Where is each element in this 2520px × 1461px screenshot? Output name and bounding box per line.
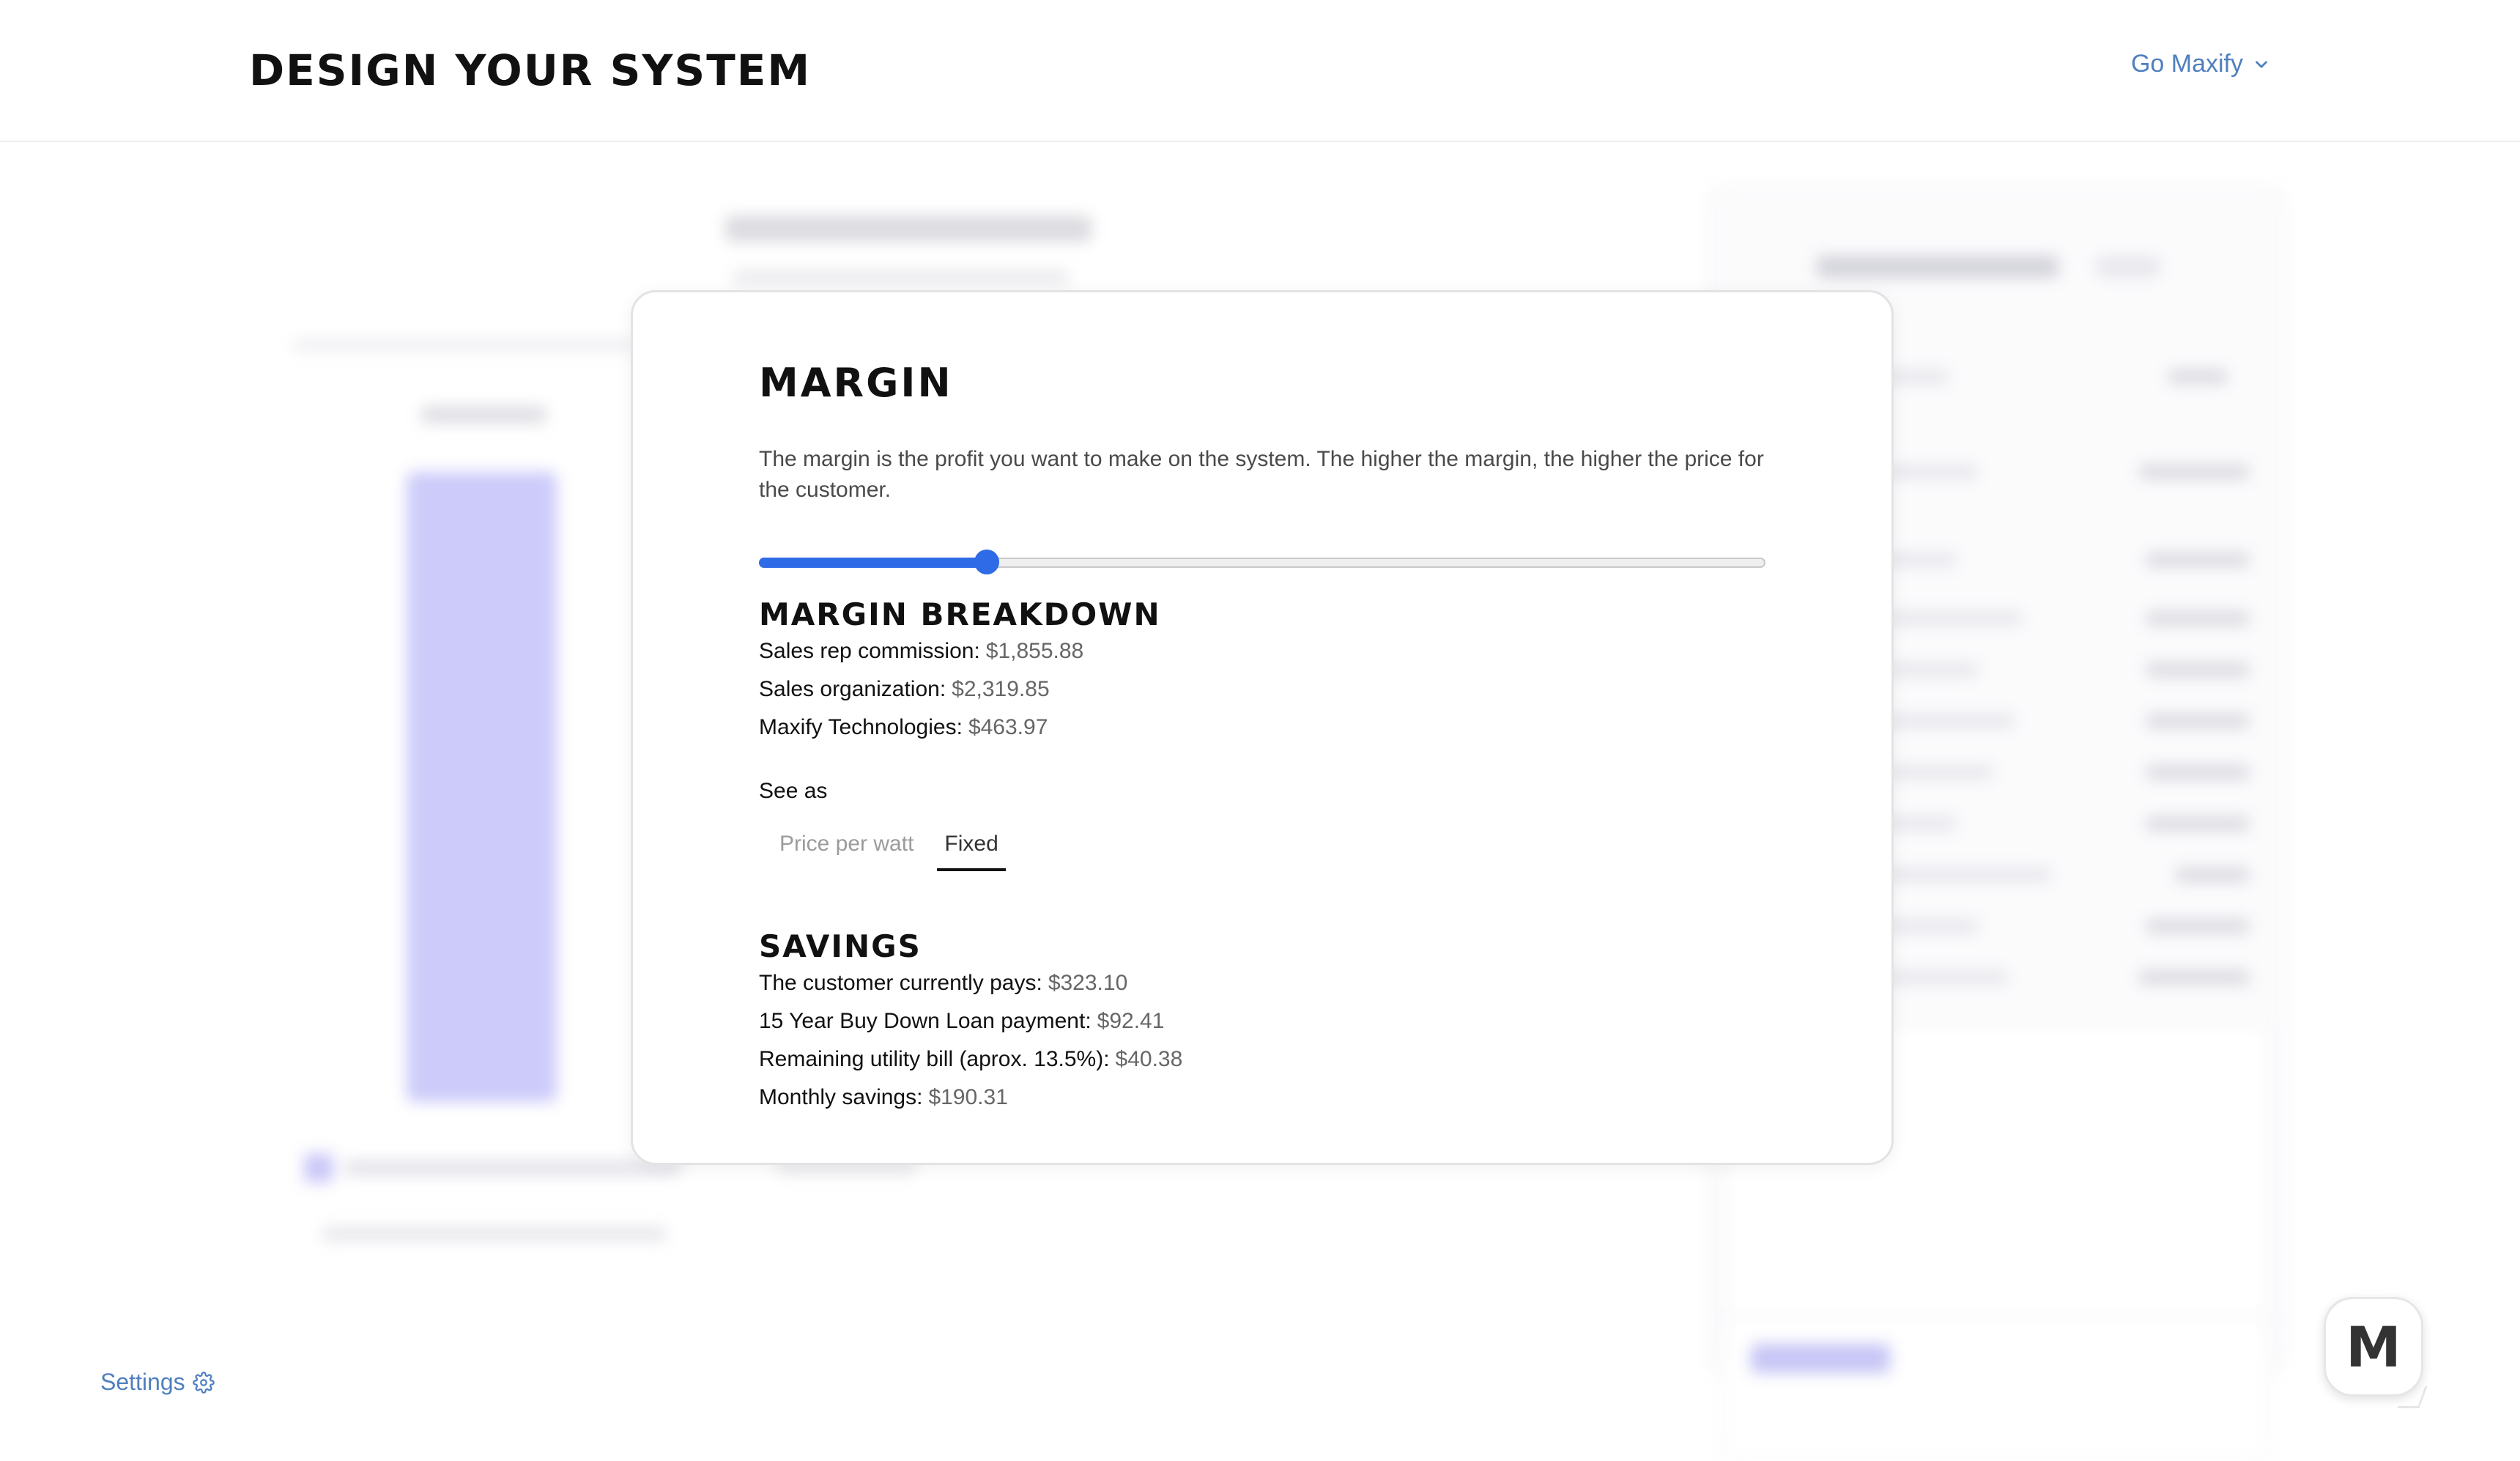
margin-modal-content: MARGIN The margin is the profit you want… [759, 360, 1770, 1117]
bg-row-value-placeholder [2146, 816, 2249, 831]
breakdown-value: $463.97 [968, 715, 1048, 739]
breakdown-title: MARGIN BREAKDOWN [759, 596, 1161, 632]
bg-note-placeholder [344, 1161, 681, 1175]
header: DESIGN YOUR SYSTEM Go Maxify [0, 0, 2520, 142]
breakdown-value: $2,319.85 [952, 677, 1050, 701]
bg-subheading-placeholder [733, 270, 1070, 285]
breakdown-row: Sales rep commission: $1,855.88 [759, 632, 1770, 670]
savings-value: $40.38 [1115, 1047, 1183, 1071]
settings-label: Settings [100, 1369, 185, 1395]
savings-label: Remaining utility bill (aprox. 13.5%): [759, 1047, 1110, 1071]
see-as-label: See as [759, 779, 828, 803]
bg-row-value-placeholder [2139, 970, 2249, 985]
chat-logo: M [2346, 1314, 2401, 1380]
bg-highlight-placeholder [1751, 1344, 1890, 1373]
slider-fill [759, 558, 987, 568]
bg-row-value-placeholder [2176, 868, 2249, 882]
bg-row-value-placeholder [2146, 919, 2249, 933]
bg-row-value-placeholder [2146, 611, 2249, 626]
breakdown-value: $1,855.88 [985, 639, 1084, 663]
savings-title: SAVINGS [759, 928, 922, 964]
page-title: DESIGN YOUR SYSTEM [249, 45, 812, 95]
savings-row: Remaining utility bill (aprox. 13.5%): $4… [759, 1040, 1770, 1079]
bg-summary-title-placeholder [1817, 256, 2058, 278]
bg-row-value-placeholder [2168, 369, 2227, 384]
breakdown-row: Maxify Technologies: $463.97 [759, 709, 1770, 747]
margin-slider[interactable] [759, 550, 1765, 574]
bg-row-value-placeholder [2146, 662, 2249, 677]
user-menu-button[interactable]: Go Maxify [2131, 50, 2271, 78]
bg-heading-placeholder [725, 215, 1092, 242]
modal-description: The margin is the profit you want to mak… [759, 447, 1764, 502]
chat-bubble: M [2324, 1297, 2423, 1397]
breakdown-label: Sales rep commission: [759, 639, 980, 663]
savings-label: 15 Year Buy Down Loan payment: [759, 1009, 1092, 1033]
savings-row: The customer currently pays: $323.10 [759, 964, 1770, 1002]
bg-panel-bar [407, 472, 557, 1102]
bg-inner-card [1722, 1314, 2271, 1461]
savings-label: The customer currently pays: [759, 971, 1042, 995]
margin-modal: MARGIN The margin is the profit you want… [631, 290, 1894, 1165]
gear-icon [192, 1371, 215, 1394]
savings-value: $323.10 [1048, 971, 1128, 995]
savings-value: $190.31 [928, 1085, 1008, 1109]
modal-title: MARGIN [759, 360, 953, 406]
breakdown-row: Sales organization: $2,319.85 [759, 670, 1770, 709]
settings-link[interactable]: Settings [100, 1369, 215, 1396]
see-as-tabs: Price per watt Fixed [759, 823, 1770, 871]
slider-thumb[interactable] [974, 550, 999, 574]
breakdown-label: Maxify Technologies: [759, 715, 963, 739]
tab-price-per-watt[interactable]: Price per watt [779, 823, 914, 871]
bg-note-placeholder [322, 1227, 667, 1241]
bg-row-value-placeholder [2146, 552, 2249, 567]
bg-row-value-placeholder [2146, 765, 2249, 780]
bg-summary-pill-placeholder [2095, 256, 2161, 278]
savings-label: Monthly savings: [759, 1085, 923, 1109]
savings-value: $92.41 [1097, 1009, 1165, 1033]
breakdown-label: Sales organization: [759, 677, 946, 701]
user-menu-label: Go Maxify [2130, 50, 2243, 78]
savings-row: Monthly savings: $190.31 [759, 1079, 1770, 1117]
chevron-down-icon [2256, 60, 2267, 68]
bg-left-line-placeholder [293, 340, 637, 350]
bg-row-value-placeholder [2146, 714, 2249, 728]
savings-row: 15 Year Buy Down Loan payment: $92.41 [759, 1002, 1770, 1040]
bg-row-value-placeholder [2139, 465, 2249, 479]
chat-widget-button[interactable]: M [2324, 1297, 2428, 1408]
tab-fixed[interactable]: Fixed [937, 823, 1006, 871]
bg-checkbox-placeholder [304, 1153, 333, 1183]
bg-left-label-placeholder [421, 406, 546, 423]
